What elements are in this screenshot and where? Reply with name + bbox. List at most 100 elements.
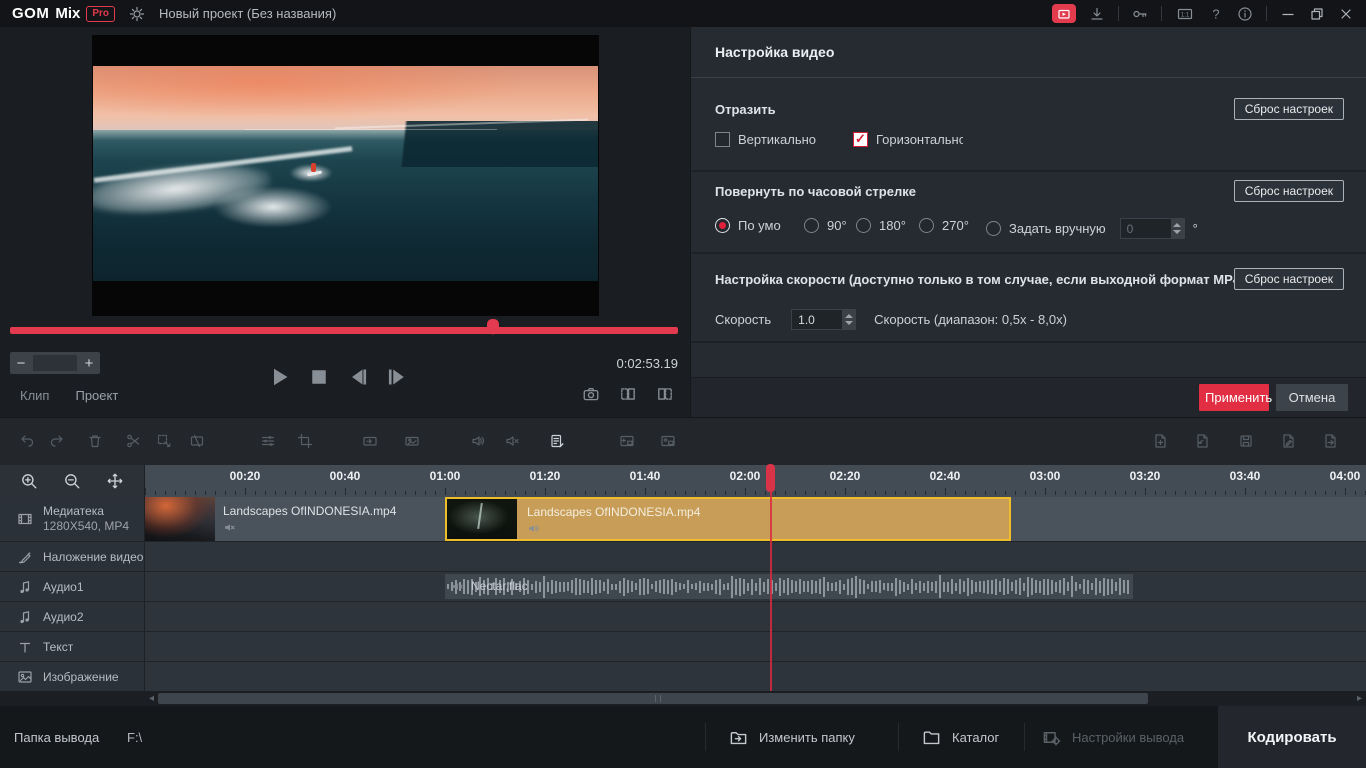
svg-text:1:1: 1:1 — [1181, 12, 1190, 18]
track-header-text[interactable]: Текст — [0, 632, 145, 661]
volume-icon[interactable] — [470, 433, 486, 449]
info-icon[interactable] — [1237, 6, 1253, 22]
selected-clip[interactable]: Landscapes OfINDONESIA.mp4 — [445, 497, 1011, 541]
crop-icon[interactable] — [297, 433, 313, 449]
rotate-270-option[interactable]: 270° — [919, 218, 969, 233]
restore-button[interactable] — [1309, 6, 1325, 22]
speed-input[interactable] — [792, 310, 842, 329]
pip-add-icon[interactable] — [619, 433, 635, 449]
horizontal-checkbox[interactable] — [853, 132, 868, 147]
project-open-icon[interactable] — [1194, 433, 1210, 449]
help-icon[interactable]: ? — [1208, 6, 1224, 22]
rotate-180-radio[interactable] — [856, 218, 871, 233]
delete-icon[interactable] — [87, 433, 103, 449]
speed-reset-button[interactable]: Сброс настроек — [1234, 268, 1344, 290]
capture-icon[interactable] — [1052, 4, 1076, 23]
track-audio1: Nectar,flac Аудио1 — [0, 572, 1366, 602]
playhead-handle[interactable] — [766, 464, 775, 492]
prev-frame-button[interactable] — [346, 365, 370, 389]
flip-horizontal-option[interactable]: Горизонтально — [853, 132, 963, 147]
play-button[interactable] — [268, 365, 292, 389]
timeline-scrollbar[interactable]: ◂ ▸ — [0, 691, 1366, 706]
tab-project[interactable]: Проект — [75, 388, 118, 403]
filter-icon[interactable] — [260, 433, 276, 449]
stop-button[interactable] — [307, 365, 331, 389]
spinner-arrows[interactable] — [842, 310, 855, 329]
cancel-button[interactable]: Отмена — [1276, 384, 1348, 411]
degree-symbol: ° — [1193, 221, 1198, 236]
track-header-image[interactable]: Изображение — [0, 662, 145, 691]
zoom-in-icon[interactable] — [20, 472, 38, 490]
rotate-manual-option[interactable]: Задать вручную ° — [986, 218, 1198, 239]
player-section: − + Клип Проект 0:02:53.19 — [0, 27, 690, 417]
video-preview[interactable] — [92, 35, 599, 316]
spinner-arrows[interactable] — [1171, 219, 1184, 238]
timeline-ruler[interactable]: 00:2000:4001:0001:2001:4002:0002:2002:40… — [145, 465, 1366, 497]
project-edit-icon[interactable] — [1280, 433, 1296, 449]
track-header-media[interactable]: Медиатека 1280X540, MP4 — [0, 497, 145, 541]
seek-handle[interactable] — [487, 319, 499, 327]
rotate-manual-radio[interactable] — [986, 221, 1001, 236]
project-new-icon[interactable] — [1152, 433, 1168, 449]
zoom-in-button[interactable]: + — [78, 352, 100, 374]
undo-icon[interactable] — [19, 433, 35, 449]
snapshot-icon[interactable] — [582, 385, 600, 403]
remove-clip-icon[interactable] — [189, 433, 205, 449]
key-icon[interactable] — [1132, 6, 1148, 22]
rotate-90-radio[interactable] — [804, 218, 819, 233]
output-settings-button[interactable]: Настройки вывода — [1042, 706, 1184, 768]
rotate-180-option[interactable]: 180° — [856, 218, 906, 233]
split-clip-icon[interactable] — [125, 433, 141, 449]
redo-icon[interactable] — [49, 433, 65, 449]
gear-icon[interactable] — [129, 6, 145, 22]
track-header-audio2[interactable]: Аудио2 — [0, 602, 145, 631]
transition-in-icon[interactable] — [362, 433, 378, 449]
bottom-bar: Папка вывода F:\ Изменить папку Каталог … — [0, 706, 1366, 768]
track-header-audio1[interactable]: Аудио1 — [0, 572, 145, 601]
rotate-default-radio[interactable] — [715, 218, 730, 233]
flip-reset-button[interactable]: Сброс настроек — [1234, 98, 1344, 120]
scroll-left-arrow[interactable]: ◂ — [145, 691, 158, 706]
move-icon[interactable] — [106, 472, 124, 490]
surfer — [311, 163, 316, 172]
track-video-body[interactable]: Landscapes OfINDONESIA.mp4 Landscapes Of… — [145, 497, 1366, 541]
split-view-icon[interactable] — [656, 385, 674, 403]
mute-icon[interactable] — [504, 433, 520, 449]
select-icon[interactable] — [156, 433, 172, 449]
vertical-checkbox[interactable] — [715, 132, 730, 147]
project-export-icon[interactable] — [1322, 433, 1338, 449]
catalog-button[interactable]: Каталог — [922, 706, 999, 768]
tab-clip[interactable]: Клип — [20, 388, 49, 403]
close-button[interactable] — [1338, 6, 1354, 22]
notes-icon[interactable] — [549, 433, 565, 449]
transition-out-icon[interactable] — [404, 433, 420, 449]
download-icon[interactable] — [1089, 6, 1105, 22]
flip-vertical-option[interactable]: Вертикально — [715, 132, 816, 147]
seek-bar[interactable] — [10, 327, 678, 334]
next-frame-button[interactable] — [385, 365, 409, 389]
compare-icon[interactable] — [619, 385, 637, 403]
change-folder-button[interactable]: Изменить папку — [729, 706, 855, 768]
image-icon — [17, 669, 33, 685]
minimize-button[interactable] — [1280, 6, 1296, 22]
rotate-270-radio[interactable] — [919, 218, 934, 233]
clip1-thumbnail — [145, 497, 215, 541]
track-header-overlay[interactable]: Наложение видео — [0, 542, 145, 571]
audio-clip[interactable]: Nectar,flac — [445, 574, 1133, 599]
scrollbar-thumb[interactable] — [158, 693, 1148, 704]
manual-angle-input[interactable] — [1121, 219, 1171, 238]
scroll-right-arrow[interactable]: ▸ — [1353, 691, 1366, 706]
ruler-label: 01:20 — [521, 469, 569, 483]
encode-button[interactable]: Кодировать — [1218, 706, 1366, 768]
rotate-reset-button[interactable]: Сброс настроек — [1234, 180, 1344, 202]
project-save-icon[interactable] — [1238, 433, 1254, 449]
one-to-one-icon[interactable]: 1:1 — [1175, 6, 1195, 22]
apply-button[interactable]: Применить — [1199, 384, 1269, 411]
pip-view-icon[interactable] — [660, 433, 676, 449]
zoom-out-button[interactable]: − — [10, 352, 32, 374]
rotate-90-option[interactable]: 90° — [804, 218, 847, 233]
zoom-out-icon[interactable] — [63, 472, 81, 490]
output-folder-path: F:\ — [127, 706, 142, 768]
track-audio2: Аудио2 — [0, 602, 1366, 632]
rotate-default-option[interactable]: По умо — [715, 218, 781, 233]
